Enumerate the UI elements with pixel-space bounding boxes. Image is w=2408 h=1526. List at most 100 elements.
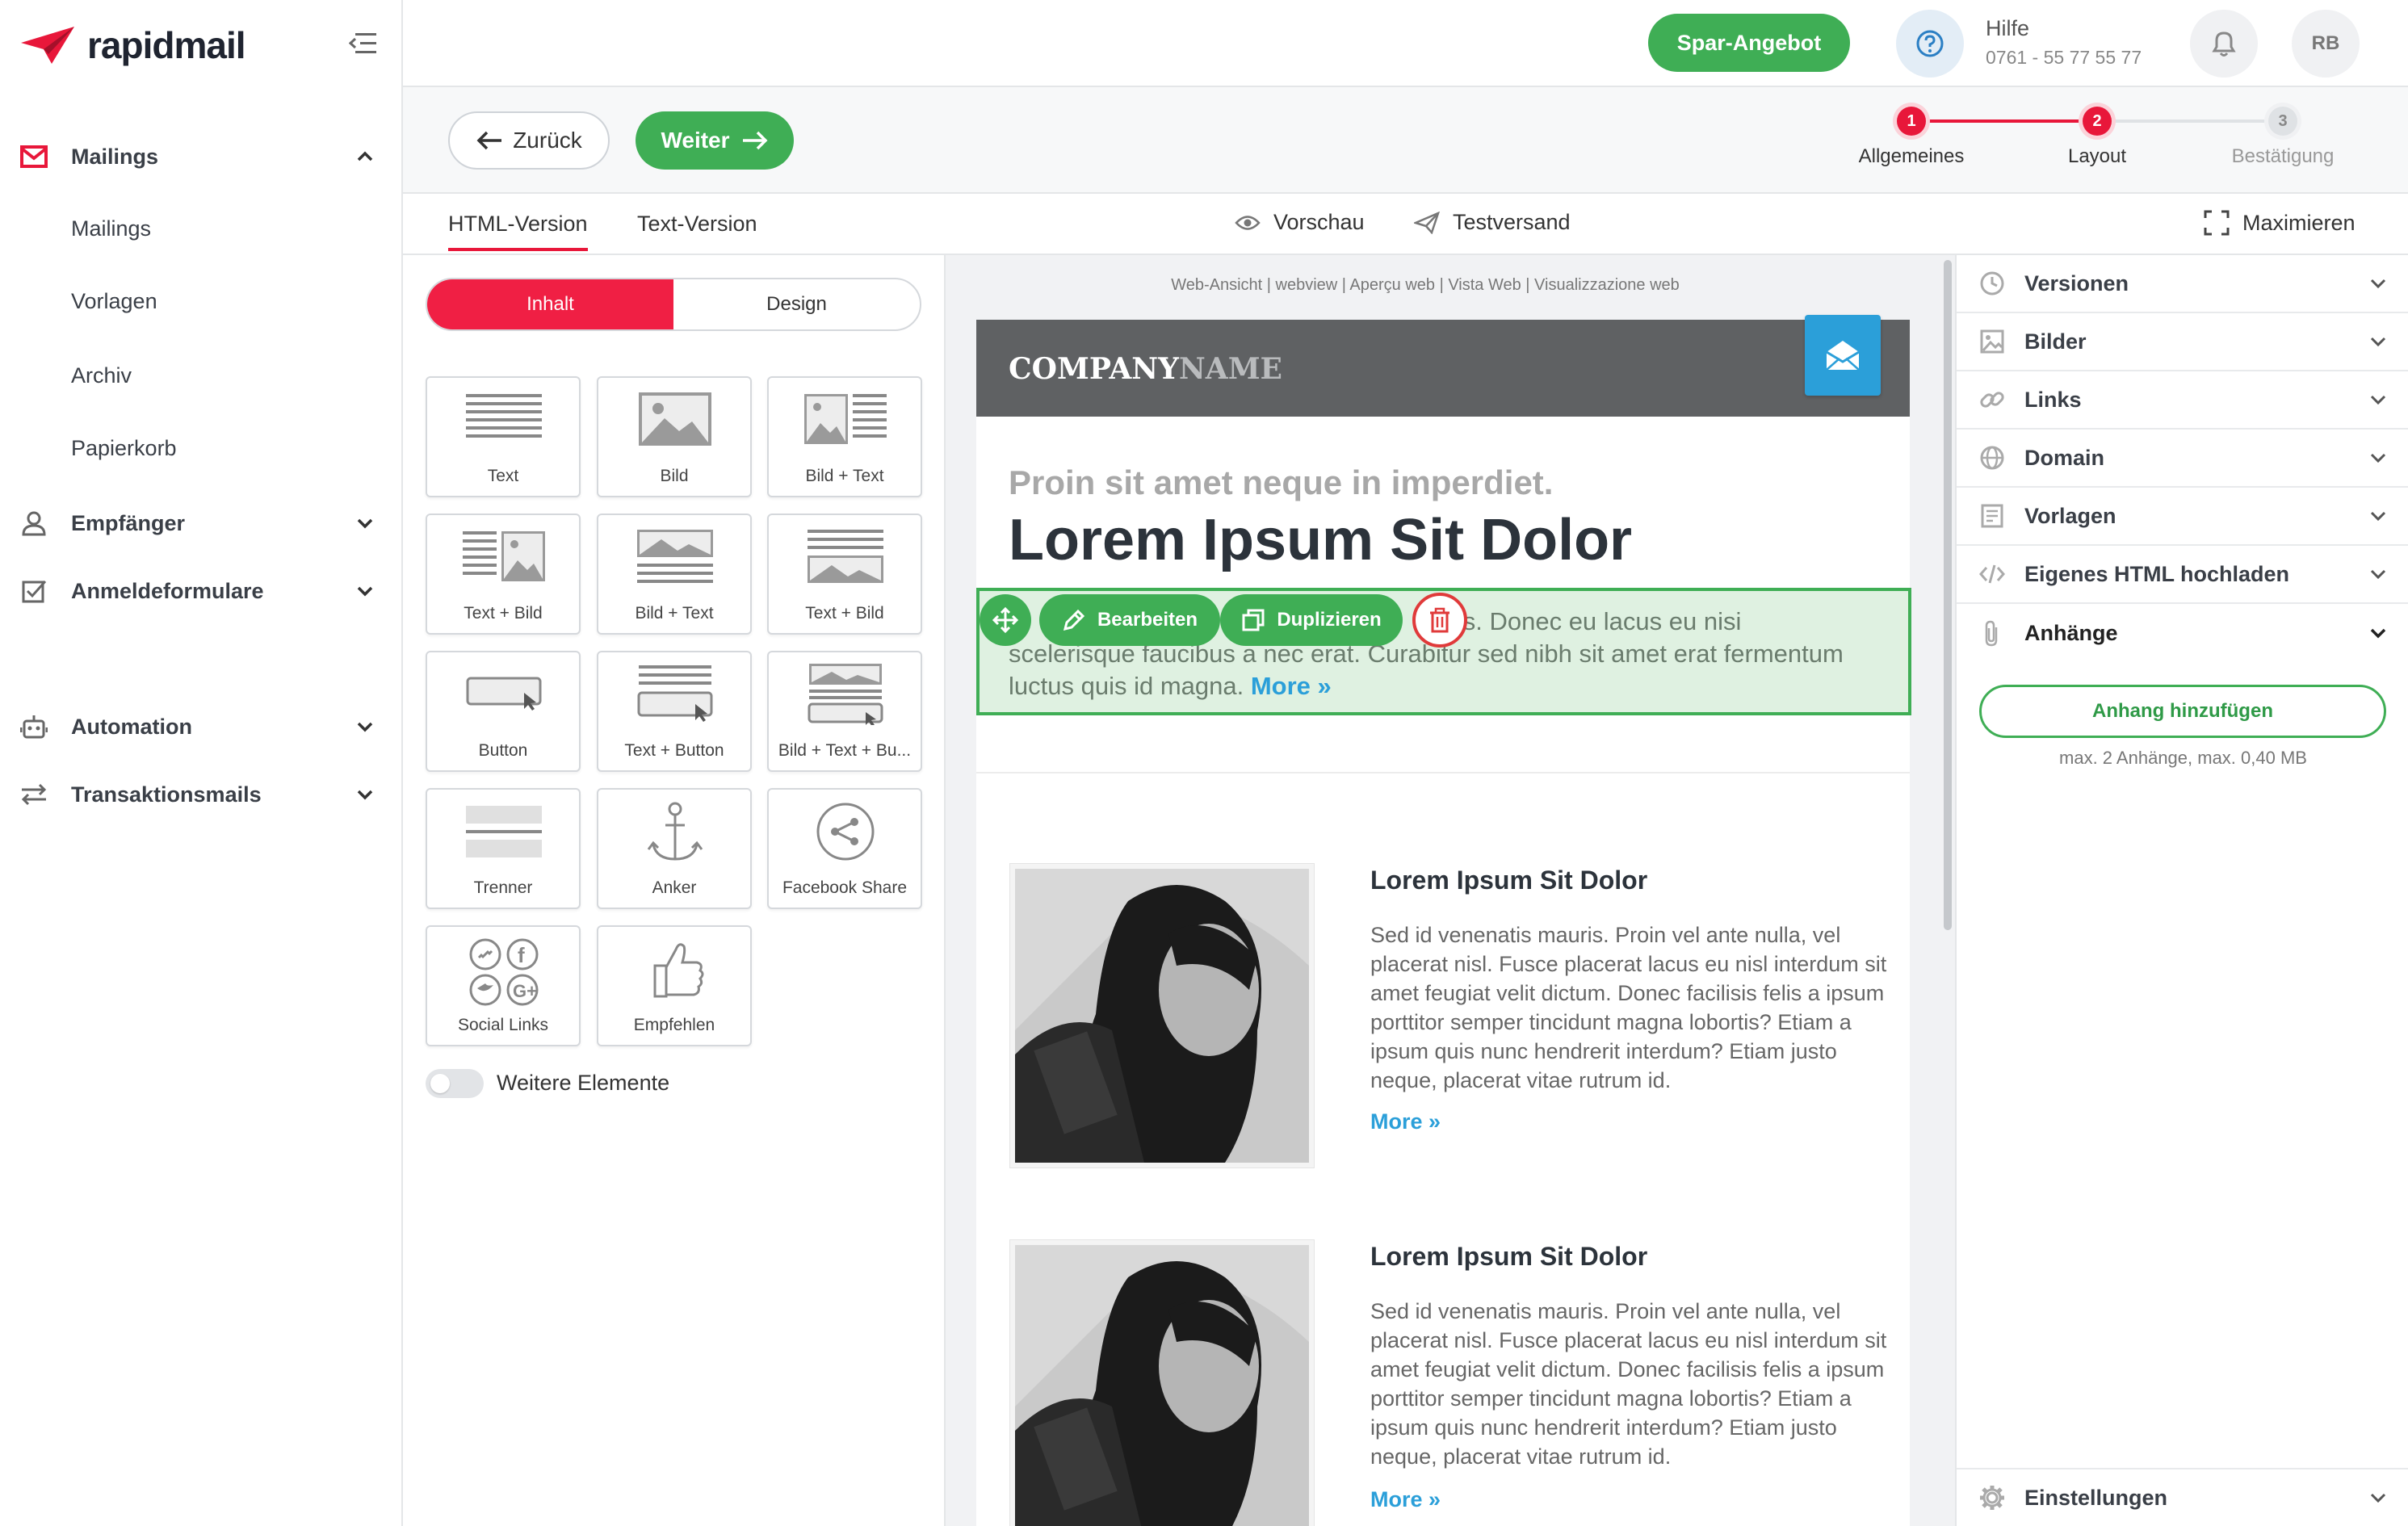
collapse-sidebar-button[interactable] xyxy=(348,31,378,57)
accordion-eigenes-html[interactable]: Eigenes HTML hochladen xyxy=(1957,546,2408,604)
move-block-button[interactable] xyxy=(980,594,1031,646)
maximize-icon xyxy=(2204,210,2230,236)
edit-block-button[interactable]: Bearbeiten xyxy=(1039,594,1220,646)
nav-sub-papierkorb[interactable]: Papierkorb xyxy=(71,436,177,461)
nav-automation[interactable]: Automation xyxy=(0,702,403,751)
accordion-vorlagen[interactable]: Vorlagen xyxy=(1957,488,2408,546)
mail-icon xyxy=(18,140,50,173)
article-image[interactable] xyxy=(1010,864,1314,1168)
delete-block-button[interactable] xyxy=(1412,593,1467,648)
block-tile-text-bild[interactable]: Text + Bild xyxy=(426,514,581,635)
nav-sub-mailings[interactable]: Mailings xyxy=(71,216,151,241)
step-dot-1[interactable]: 1 xyxy=(1897,107,1926,136)
block-tile-empfehlen[interactable]: Empfehlen xyxy=(597,925,752,1046)
avatar[interactable]: RB xyxy=(2292,10,2360,78)
nav-sub-vorlagen[interactable]: Vorlagen xyxy=(71,289,157,314)
article-image[interactable] xyxy=(1010,1240,1314,1526)
accordion-domain[interactable]: Domain xyxy=(1957,430,2408,488)
help-button[interactable] xyxy=(1896,10,1964,78)
nav-empfaenger[interactable]: Empfänger xyxy=(0,499,403,547)
question-icon xyxy=(1916,30,1944,57)
accordion-versionen[interactable]: Versionen xyxy=(1957,255,2408,313)
test-send-label: Testversand xyxy=(1453,210,1571,234)
back-button[interactable]: Zurück xyxy=(448,111,610,170)
article-more-link[interactable]: More » xyxy=(1370,1487,1441,1512)
maximize-label: Maximieren xyxy=(2242,210,2356,235)
more-elements-label: Weitere Elemente xyxy=(497,1071,670,1095)
more-elements-toggle[interactable] xyxy=(426,1069,484,1098)
block-tile-text[interactable]: Text xyxy=(426,376,581,497)
article-more-link[interactable]: More » xyxy=(1370,1109,1441,1134)
block-tile-bild-text-stacked[interactable]: Bild + Text xyxy=(597,514,752,635)
block-tile-text-button[interactable]: Text + Button xyxy=(597,651,752,772)
segment-design[interactable]: Design xyxy=(673,279,920,329)
accordion-bilder[interactable]: Bilder xyxy=(1957,313,2408,371)
block-tile-bild-text-button[interactable]: Bild + Text + Bu... xyxy=(767,651,922,772)
top-header: Spar-Angebot Hilfe 0761 - 55 77 55 77 RB xyxy=(403,0,2408,87)
maximize-button[interactable]: Maximieren xyxy=(2204,210,2356,236)
preview-button[interactable]: Vorschau xyxy=(1235,210,1365,235)
company-name-part-a: COMPANY xyxy=(1009,352,1179,386)
test-send-button[interactable]: Testversand xyxy=(1414,210,1571,235)
article-body[interactable]: Sed id venenatis mauris. Proin vel ante … xyxy=(1370,1297,1887,1471)
send-icon xyxy=(1414,211,1440,234)
arrow-left-icon xyxy=(476,131,502,150)
block-tile-bild-text[interactable]: Bild + Text xyxy=(767,376,922,497)
link-icon xyxy=(1978,385,2007,414)
nav-anmeldeformulare-label: Anmeldeformulare xyxy=(71,578,264,603)
version-tabs-row: HTML-Version Text-Version Vorschau Testv… xyxy=(403,194,2408,255)
segment-inhalt[interactable]: Inhalt xyxy=(427,279,673,329)
block-tile-facebook-share[interactable]: Facebook Share xyxy=(767,788,922,909)
article-title[interactable]: Lorem Ipsum Sit Dolor xyxy=(1370,1242,1647,1272)
chevron-down-icon xyxy=(2370,628,2386,639)
nav-anmeldeformulare[interactable]: Anmeldeformulare xyxy=(0,567,403,615)
chevron-down-icon xyxy=(357,518,373,529)
next-button[interactable]: Weiter xyxy=(636,111,794,170)
accordion-einstellungen[interactable]: Einstellungen xyxy=(1957,1468,2408,1526)
block-tile-social-links[interactable]: f G+ Social Links xyxy=(426,925,581,1046)
social-links-icon: f G+ xyxy=(469,938,539,1006)
email-header-block[interactable]: COMPANYNAME xyxy=(976,315,1910,417)
swap-icon xyxy=(18,778,50,811)
next-label: Weiter xyxy=(661,128,730,153)
block-tile-bild[interactable]: Bild xyxy=(597,376,752,497)
app-name: rapidmail xyxy=(87,24,246,66)
selected-more-link[interactable]: More » xyxy=(1251,672,1332,700)
chevron-down-icon xyxy=(2370,453,2386,463)
article-body[interactable]: Sed id venenatis mauris. Proin vel ante … xyxy=(1370,920,1887,1095)
block-tile-label: Social Links xyxy=(457,1016,549,1034)
chevron-down-icon xyxy=(2370,395,2386,405)
spar-angebot-button[interactable]: Spar-Angebot xyxy=(1648,14,1850,72)
nav-transaktionsmails[interactable]: Transaktionsmails xyxy=(0,770,403,819)
block-tile-anker[interactable]: Anker xyxy=(597,788,752,909)
block-tile-text-bild-stacked[interactable]: Text + Bild xyxy=(767,514,922,635)
accordion-anhaenge[interactable]: Anhänge xyxy=(1957,604,2408,662)
chevron-down-icon xyxy=(357,790,373,800)
notifications-button[interactable] xyxy=(2190,10,2258,78)
move-icon xyxy=(992,606,1019,634)
webview-links[interactable]: Web-Ansicht | webview | Aperçu web | Vis… xyxy=(946,276,1905,295)
email-heading[interactable]: Lorem Ipsum Sit Dolor xyxy=(1009,507,1632,573)
globe-icon xyxy=(1978,443,2007,472)
duplicate-block-button[interactable]: Duplizieren xyxy=(1220,594,1403,646)
block-tile-label: Text + Button xyxy=(624,741,724,760)
add-attachment-button[interactable]: Anhang hinzufügen xyxy=(1979,685,2386,738)
accordion-label: Domain xyxy=(2024,445,2105,470)
article-title[interactable]: Lorem Ipsum Sit Dolor xyxy=(1370,866,1647,895)
nav-automation-label: Automation xyxy=(71,714,192,739)
block-tile-button[interactable]: Button xyxy=(426,651,581,772)
email-subheading[interactable]: Proin sit amet neque in imperdiet. xyxy=(1009,463,1553,502)
canvas-scrollbar[interactable] xyxy=(1944,260,1952,930)
tab-text-version[interactable]: Text-Version xyxy=(637,212,757,237)
chevron-up-icon xyxy=(357,151,373,161)
app-logo[interactable]: rapidmail xyxy=(19,21,246,69)
nav-sub-archiv[interactable]: Archiv xyxy=(71,363,132,388)
step-dot-2[interactable]: 2 xyxy=(2083,107,2112,136)
accordion-links[interactable]: Links xyxy=(1957,371,2408,430)
step-dot-3[interactable]: 3 xyxy=(2268,107,2297,136)
block-tile-trenner[interactable]: Trenner xyxy=(426,788,581,909)
tab-html-version[interactable]: HTML-Version xyxy=(448,212,588,251)
paper-plane-logo-icon xyxy=(21,27,74,64)
nav-mailings[interactable]: Mailings xyxy=(0,132,403,181)
duplicate-icon xyxy=(1242,609,1265,631)
